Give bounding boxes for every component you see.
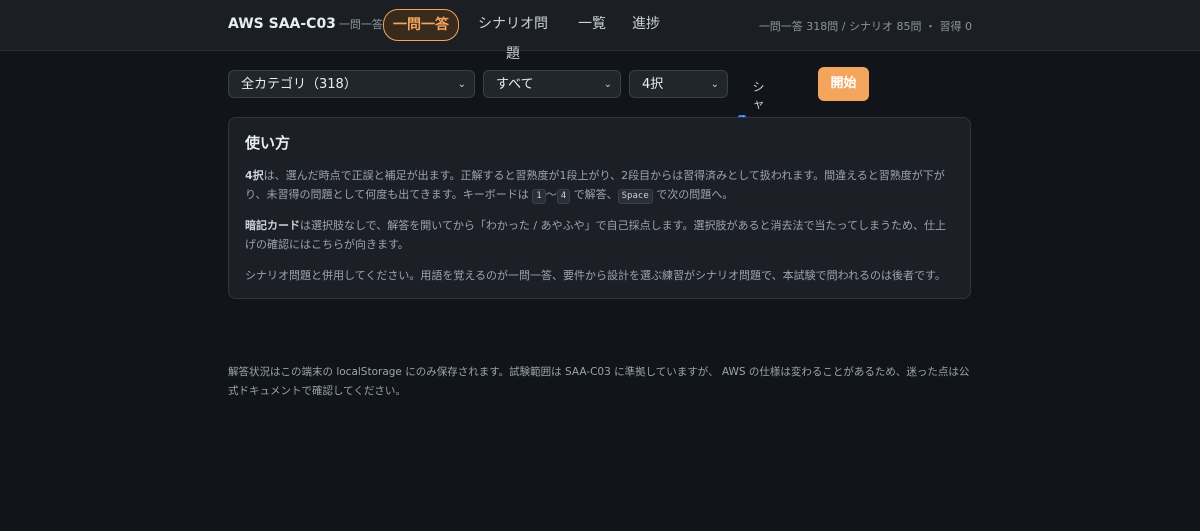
start-button[interactable]: 開始 bbox=[818, 67, 869, 101]
filter-select-value: すべて bbox=[496, 77, 534, 92]
top-navigation-bar: AWS SAA-C03 一問一答 一問一答 シナリオ問題 一覧 進捗 一問一答 3… bbox=[0, 0, 1200, 62]
category-select-value: 全カテゴリ（318） bbox=[241, 77, 357, 92]
tab-scenario[interactable]: シナリオ問題 bbox=[474, 9, 552, 62]
key-4: 4 bbox=[556, 189, 571, 204]
key-1: 1 bbox=[532, 189, 546, 204]
howto-card: 使い方 4択は、選んだ時点で正誤と補足が出ます。正解すると習熟度が1段上がり、2… bbox=[228, 117, 971, 299]
howto-paragraph-flashcard: 暗記カードは選択肢なしで、解答を開いてから「わかった / あやふや」で自己採点し… bbox=[245, 216, 954, 254]
filter-select[interactable]: すべて ⌄ bbox=[483, 70, 621, 98]
chevron-down-icon: ⌄ bbox=[710, 79, 719, 90]
tab-list[interactable]: 一覧 bbox=[578, 9, 606, 39]
footer-note: 解答状況はこの端末の localStorage にのみ保存されます。試験範囲は … bbox=[228, 366, 970, 397]
mode-select-value: 4択 bbox=[642, 77, 664, 92]
tab-flashcard-qa[interactable]: 一問一答 bbox=[383, 9, 459, 41]
category-select[interactable]: 全カテゴリ（318） ⌄ bbox=[228, 70, 475, 98]
tab-progress[interactable]: 進捗 bbox=[632, 9, 660, 39]
app-subtitle: 一問一答 bbox=[338, 18, 383, 31]
chevron-down-icon: ⌄ bbox=[457, 79, 466, 90]
howto-paragraph-mcq: 4択は、選んだ時点で正誤と補足が出ます。正解すると習熟度が1段上がり、2段目から… bbox=[245, 166, 954, 204]
flashcard-term: 暗記カード bbox=[245, 219, 300, 232]
tilde-text: 〜 bbox=[545, 188, 557, 201]
chevron-down-icon: ⌄ bbox=[603, 79, 612, 90]
mode-select[interactable]: 4択 ⌄ bbox=[629, 70, 728, 98]
howto-title: 使い方 bbox=[245, 134, 291, 152]
key-space: Space bbox=[617, 189, 653, 204]
app-title: AWS SAA-C03 bbox=[228, 16, 336, 32]
mcq-text-3: で次の問題へ。 bbox=[652, 188, 734, 201]
mcq-term: 4択 bbox=[245, 169, 264, 182]
stats-summary: 一問一答 318問 / シナリオ 85問 ・ 習得 0 bbox=[758, 20, 972, 33]
flashcard-text: は選択肢なしで、解答を開いてから「わかった / あやふや」で自己採点します。選択… bbox=[245, 219, 946, 251]
howto-paragraph-scenario: シナリオ問題と併用してください。用語を覚えるのが一問一答、要件から設計を選ぶ練習… bbox=[245, 269, 946, 282]
app-brand[interactable]: AWS SAA-C03 一問一答 bbox=[228, 16, 383, 32]
mcq-text-2: で解答、 bbox=[570, 188, 618, 201]
